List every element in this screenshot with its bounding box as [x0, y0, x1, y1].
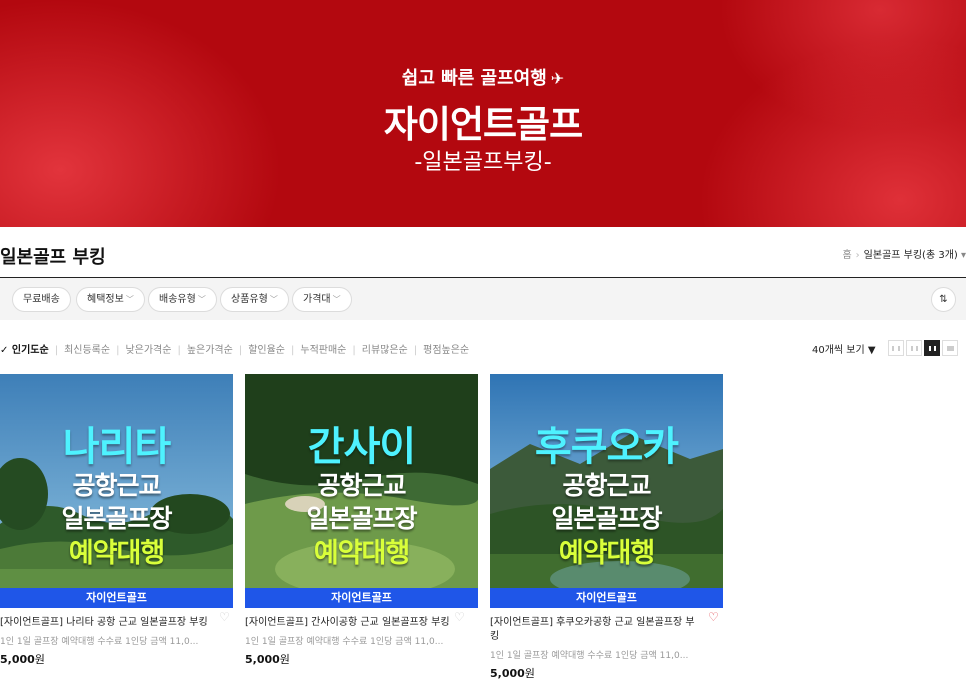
heart-icon[interactable]: ♡ [708, 610, 719, 624]
view-list-icon[interactable] [942, 340, 958, 356]
filter-shipping-type[interactable]: 배송유형 ﹀ [148, 287, 217, 312]
product-card[interactable]: 간사이 공항근교 일본골프장 예약대행 자이언트골프 [자이언트골프] 간사이공… [245, 374, 478, 667]
chevron-down-icon[interactable]: ▾ [958, 250, 966, 261]
sort-sales[interactable]: 누적판매순 [300, 341, 346, 356]
product-line2: 공항근교 [317, 471, 406, 500]
caret-down-icon: ▼ [867, 345, 876, 356]
banner-subtitle: 쉽고 빠른 골프여행 ✈ [401, 68, 565, 89]
product-line4: 예약대행 [68, 538, 165, 569]
view-grid-large-icon[interactable] [924, 340, 940, 356]
product-line2: 공항근교 [562, 471, 651, 500]
product-card[interactable]: 나리타 공항근교 일본골프장 예약대행 자이언트골프 [자이언트골프] 나리타 … [0, 374, 233, 667]
chevron-down-icon: ﹀ [197, 295, 206, 304]
filter-bar: 무료배송 혜택정보 ﹀ 배송유형 ﹀ 상품유형 ﹀ 가격대 ﹀ ⇅ [0, 278, 966, 320]
view-grid-icon[interactable] [906, 340, 922, 356]
product-line2: 공항근교 [72, 471, 161, 500]
product-name[interactable]: [자이언트골프] 나리타 공항 근교 일본골프장 부킹 [0, 616, 233, 630]
product-brand-bar: 자이언트골프 [245, 588, 478, 608]
filter-settings-button[interactable]: ⇅ [931, 287, 956, 312]
product-thumbnail[interactable]: 간사이 공항근교 일본골프장 예약대행 자이언트골프 [245, 374, 478, 608]
sort-newest[interactable]: 최신등록순 [64, 341, 110, 356]
product-desc: 1인 1일 골프장 예약대행 수수료 1인당 금액 11,0... [245, 637, 444, 647]
breadcrumb-current[interactable]: 일본골프 부킹(총 3개) [864, 250, 958, 261]
banner-tagline: -일본골프부킹- [414, 150, 552, 175]
product-line4: 예약대행 [558, 538, 655, 569]
product-brand-bar: 자이언트골프 [0, 588, 233, 608]
product-card[interactable]: 후쿠오카 공항근교 일본골프장 예약대행 자이언트골프 [자이언트골프] 후쿠오… [490, 374, 723, 681]
breadcrumb-home[interactable]: 홈 [842, 250, 851, 261]
product-desc: 1인 1일 골프장 예약대행 수수료 1인당 금액 11,0... [0, 637, 199, 647]
sort-rating[interactable]: 평점높은순 [423, 341, 469, 356]
product-price: 5,000원 [245, 653, 290, 666]
product-name[interactable]: [자이언트골프] 후쿠오카공항 근교 일본골프장 부킹 [490, 616, 723, 644]
product-brand-bar: 자이언트골프 [490, 588, 723, 608]
sort-low-price[interactable]: 낮은가격순 [125, 341, 171, 356]
product-name[interactable]: [자이언트골프] 간사이공항 근교 일본골프장 부킹 [245, 616, 478, 630]
airplane-icon: ✈ [550, 69, 565, 88]
sliders-icon: ⇅ [939, 294, 948, 305]
page-title: 일본골프 부킹 [0, 247, 106, 268]
sort-reviews[interactable]: 리뷰많은순 [362, 341, 408, 356]
sort-bar: ✓ 인기도순 | 최신등록순 | 낮은가격순 | 높은가격순 | 할인율순 | 누적판매순 | 리뷰많은… [0, 341, 469, 356]
product-line3: 일본골프장 [551, 504, 662, 533]
sort-discount[interactable]: 할인율순 [248, 341, 285, 356]
product-line3: 일본골프장 [61, 504, 172, 533]
sort-popular[interactable]: ✓ 인기도순 [0, 341, 49, 356]
breadcrumb: 홈 › 일본골프 부킹(총 3개) ▾ [842, 246, 966, 261]
chevron-down-icon: ﹀ [125, 295, 134, 304]
filter-benefits[interactable]: 혜택정보 ﹀ [76, 287, 145, 312]
per-page-select[interactable]: 40개씩 보기 ▼ [812, 341, 876, 356]
product-headline: 나리타 [62, 424, 171, 470]
view-toggle [888, 340, 960, 359]
chevron-down-icon: ﹀ [332, 295, 341, 304]
product-line4: 예약대행 [313, 538, 410, 569]
banner-title: 자이언트골프 [383, 103, 583, 146]
product-desc: 1인 1일 골프장 예약대행 수수료 1인당 금액 11,0... [490, 651, 689, 661]
product-price: 5,000원 [0, 653, 45, 666]
breadcrumb-separator-icon: › [855, 250, 860, 261]
hero-banner: 쉽고 빠른 골프여행 ✈ 자이언트골프 -일본골프부킹- [0, 0, 966, 227]
product-thumbnail[interactable]: 후쿠오카 공항근교 일본골프장 예약대행 자이언트골프 [490, 374, 723, 608]
product-line3: 일본골프장 [306, 504, 417, 533]
filter-product-type[interactable]: 상품유형 ﹀ [220, 287, 289, 312]
view-list-4-icon[interactable] [888, 340, 904, 356]
product-headline: 후쿠오카 [534, 424, 679, 470]
filter-price-range[interactable]: 가격대 ﹀ [292, 287, 352, 312]
heart-icon[interactable]: ♡ [219, 610, 230, 624]
chevron-down-icon: ﹀ [269, 295, 278, 304]
heart-icon[interactable]: ♡ [454, 610, 465, 624]
product-thumbnail[interactable]: 나리타 공항근교 일본골프장 예약대행 자이언트골프 [0, 374, 233, 608]
product-price: 5,000원 [490, 667, 535, 680]
sort-high-price[interactable]: 높은가격순 [187, 341, 233, 356]
product-headline: 간사이 [307, 424, 416, 470]
filter-free-shipping[interactable]: 무료배송 [12, 287, 71, 312]
